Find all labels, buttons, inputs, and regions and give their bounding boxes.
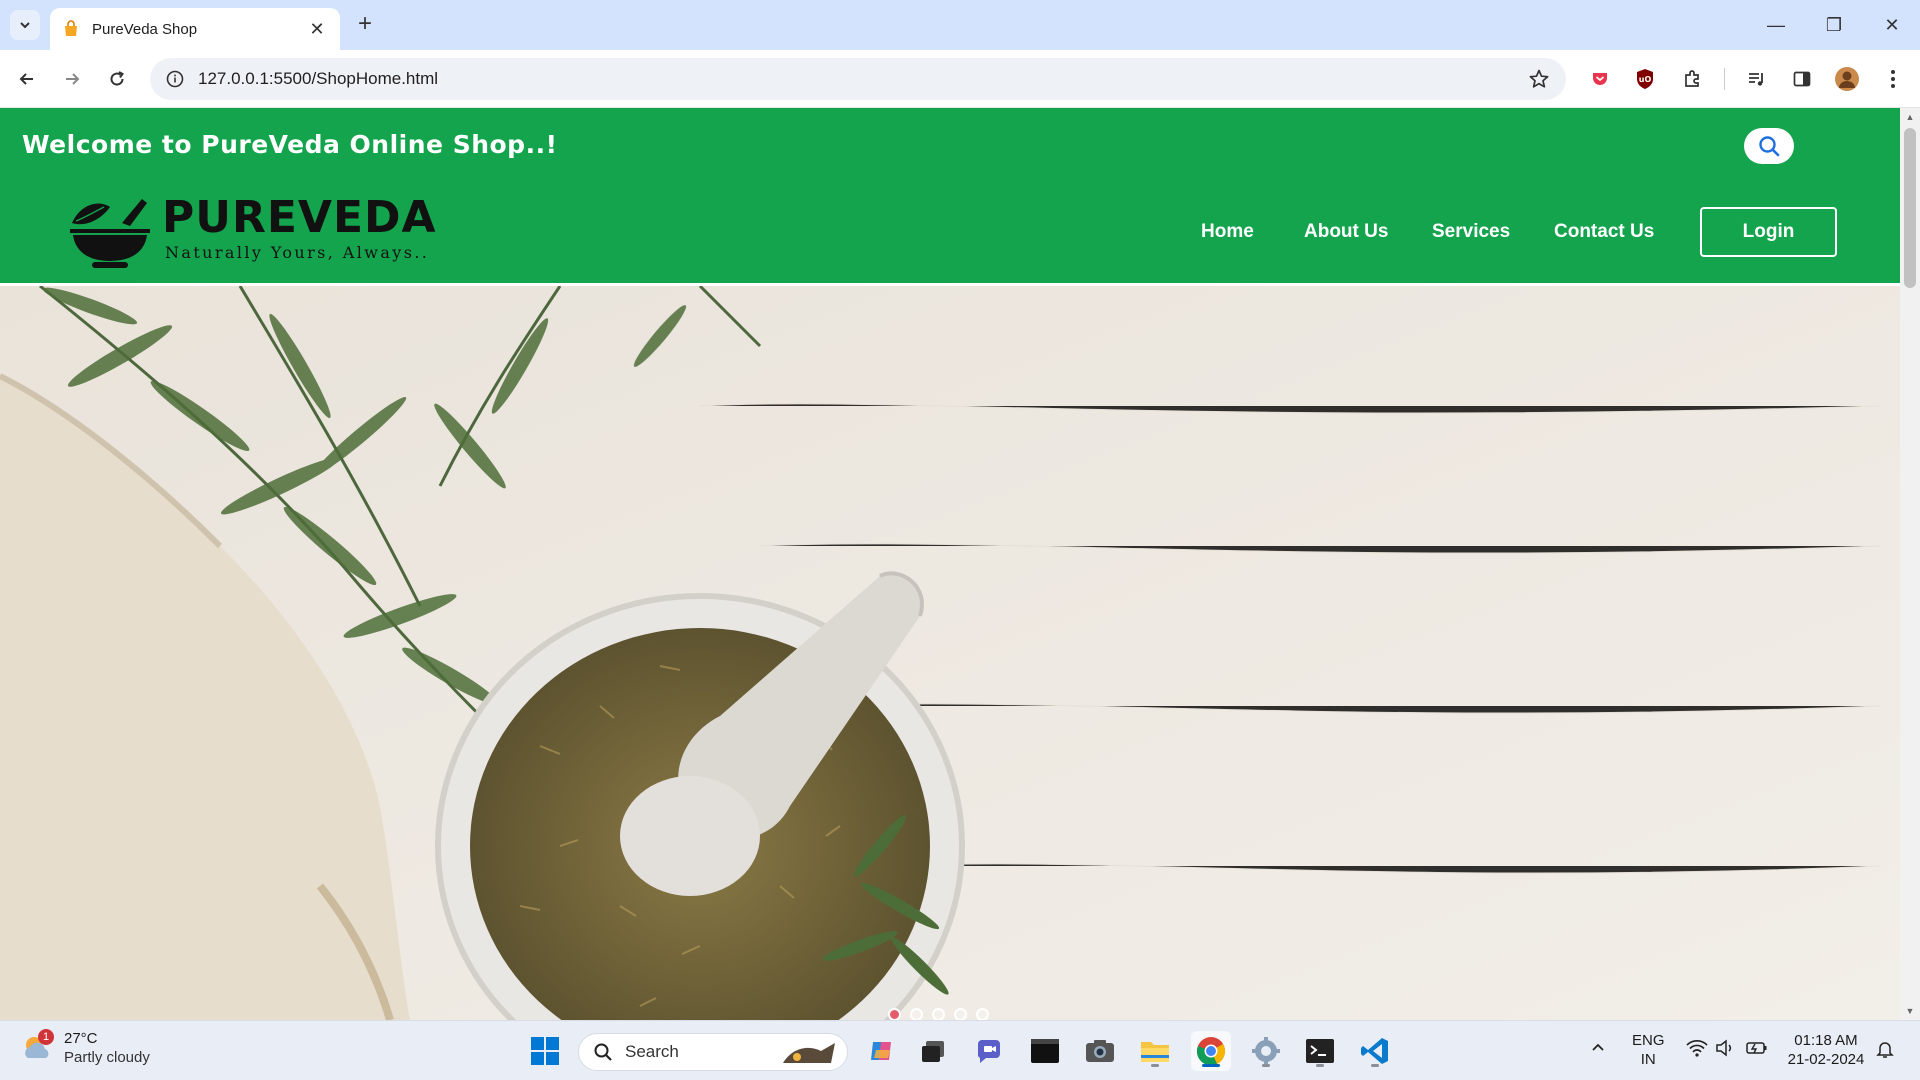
- carousel-dot-3[interactable]: [932, 1008, 945, 1020]
- clock-date: 21-02-2024: [1787, 1051, 1865, 1068]
- login-button[interactable]: Login: [1700, 207, 1837, 257]
- notification-bell-icon[interactable]: [1876, 1039, 1894, 1064]
- taskbar-search-box[interactable]: Search: [578, 1033, 848, 1071]
- taskbar-search-label: Search: [625, 1042, 679, 1061]
- back-button[interactable]: [12, 64, 42, 94]
- media-controls-icon[interactable]: [1742, 64, 1772, 94]
- nav-services-link[interactable]: Services: [1432, 221, 1510, 243]
- windows-taskbar: 1 27°C Partly cloudy Search ENG IN 01:18…: [0, 1020, 1920, 1080]
- active-app-indicator: [1202, 1064, 1220, 1067]
- url-text[interactable]: 127.0.0.1:5500/ShopHome.html: [198, 69, 1528, 89]
- weather-widget[interactable]: 1 27°C Partly cloudy: [20, 1029, 150, 1067]
- reload-button[interactable]: [102, 64, 132, 94]
- vscode-app-icon[interactable]: [1355, 1031, 1395, 1071]
- terminal-app-icon[interactable]: [1025, 1031, 1065, 1071]
- weather-temperature: 27°C: [64, 1030, 98, 1047]
- carousel-dot-1[interactable]: [888, 1008, 901, 1020]
- reload-icon: [110, 71, 124, 86]
- nav-about-link[interactable]: About Us: [1304, 221, 1388, 243]
- ublock-shield-icon[interactable]: uO: [1630, 64, 1660, 94]
- command-prompt-icon[interactable]: [1300, 1031, 1340, 1071]
- copilot-icon[interactable]: [862, 1031, 902, 1071]
- web-page: Welcome to PureVeda Online Shop..! PUREV…: [0, 108, 1900, 1020]
- running-indicator: [1262, 1064, 1270, 1067]
- nav-home-link[interactable]: Home: [1201, 221, 1254, 243]
- window-close-button[interactable]: ✕: [1864, 0, 1920, 50]
- pocket-extension-icon[interactable]: [1585, 64, 1615, 94]
- browser-tab[interactable]: PureVeda Shop ✕: [50, 8, 340, 50]
- extensions-puzzle-icon[interactable]: [1677, 64, 1707, 94]
- scroll-down-arrow-icon[interactable]: ▼: [1900, 1002, 1920, 1020]
- arrow-left-icon: [19, 73, 33, 85]
- weather-alert-badge: 1: [38, 1029, 54, 1045]
- info-icon[interactable]: [166, 70, 184, 88]
- language-indicator[interactable]: ENG IN: [1632, 1031, 1665, 1069]
- brand-tagline: Naturally Yours, Always..: [165, 243, 430, 262]
- restore-button[interactable]: ❐: [1806, 0, 1862, 50]
- carousel-dot-4[interactable]: [954, 1008, 967, 1020]
- herbs-mortar-pestle-image: [0, 286, 1900, 1020]
- search-highlight-icon: [783, 1043, 835, 1063]
- windows-start-icon[interactable]: [525, 1031, 565, 1071]
- address-bar[interactable]: 127.0.0.1:5500/ShopHome.html: [150, 58, 1566, 100]
- region-code: IN: [1640, 1051, 1656, 1068]
- minimize-button[interactable]: —: [1748, 0, 1804, 50]
- brand-name: PUREVEDA: [162, 192, 437, 243]
- forward-button[interactable]: [57, 64, 87, 94]
- volume-icon[interactable]: [1715, 1039, 1735, 1062]
- browser-toolbar: 127.0.0.1:5500/ShopHome.html uO: [0, 50, 1920, 108]
- browser-menu-icon[interactable]: [1878, 64, 1908, 94]
- svg-text:uO: uO: [1639, 75, 1652, 84]
- teams-chat-icon[interactable]: [969, 1031, 1009, 1071]
- weather-condition: Partly cloudy: [64, 1049, 150, 1066]
- running-indicator: [1316, 1064, 1324, 1067]
- carousel-indicators: [888, 1008, 989, 1020]
- shop-bag-favicon-icon: [65, 20, 77, 36]
- scroll-up-arrow-icon[interactable]: ▲: [1900, 108, 1920, 126]
- browser-tab-strip: PureVeda Shop ✕ + — ❐ ✕: [0, 0, 1920, 50]
- arrow-right-icon: [66, 73, 80, 85]
- settings-gear-app-icon[interactable]: [1246, 1031, 1286, 1071]
- site-search-button[interactable]: [1744, 128, 1794, 164]
- side-panel-icon[interactable]: [1787, 64, 1817, 94]
- search-icon: [594, 1043, 612, 1061]
- tab-search-button[interactable]: [10, 10, 40, 40]
- camera-app-icon[interactable]: [1080, 1031, 1120, 1071]
- hero-carousel[interactable]: [0, 286, 1900, 1020]
- page-scrollbar[interactable]: ▲ ▼: [1900, 108, 1920, 1020]
- language-code: ENG: [1632, 1032, 1665, 1049]
- clock[interactable]: 01:18 AM 21-02-2024: [1784, 1031, 1868, 1069]
- running-indicator: [1151, 1064, 1159, 1067]
- running-indicator: [1371, 1064, 1379, 1067]
- carousel-dot-2[interactable]: [910, 1008, 923, 1020]
- task-view-icon[interactable]: [914, 1031, 954, 1071]
- tab-title: PureVeda Shop: [92, 20, 198, 38]
- toolbar-divider: [1724, 68, 1725, 90]
- scrollbar-thumb[interactable]: [1904, 128, 1916, 288]
- wifi-icon[interactable]: [1686, 1039, 1708, 1062]
- site-logo[interactable]: PUREVEDA Naturally Yours, Always..: [70, 193, 437, 273]
- clock-time: 01:18 AM: [1794, 1032, 1858, 1049]
- show-hidden-icons-chevron-icon[interactable]: [1590, 1039, 1606, 1060]
- battery-icon[interactable]: [1746, 1039, 1768, 1062]
- avatar-icon: [1835, 67, 1859, 91]
- welcome-banner: Welcome to PureVeda Online Shop..!: [22, 130, 558, 159]
- search-icon: [1759, 136, 1780, 157]
- mortar-pestle-leaf-icon: [70, 199, 150, 268]
- site-header: Welcome to PureVeda Online Shop..! PUREV…: [0, 108, 1900, 283]
- chevron-down-icon: [20, 22, 30, 29]
- carousel-dot-5[interactable]: [976, 1008, 989, 1020]
- new-tab-button[interactable]: +: [352, 12, 378, 38]
- chrome-app-icon[interactable]: [1191, 1031, 1231, 1071]
- nav-contact-link[interactable]: Contact Us: [1554, 221, 1654, 243]
- profile-avatar[interactable]: [1832, 64, 1862, 94]
- bookmark-star-icon[interactable]: [1528, 68, 1550, 90]
- weather-cloud-icon: 1: [20, 1029, 54, 1065]
- file-explorer-icon[interactable]: [1135, 1031, 1175, 1071]
- tab-close-icon[interactable]: ✕: [306, 19, 328, 40]
